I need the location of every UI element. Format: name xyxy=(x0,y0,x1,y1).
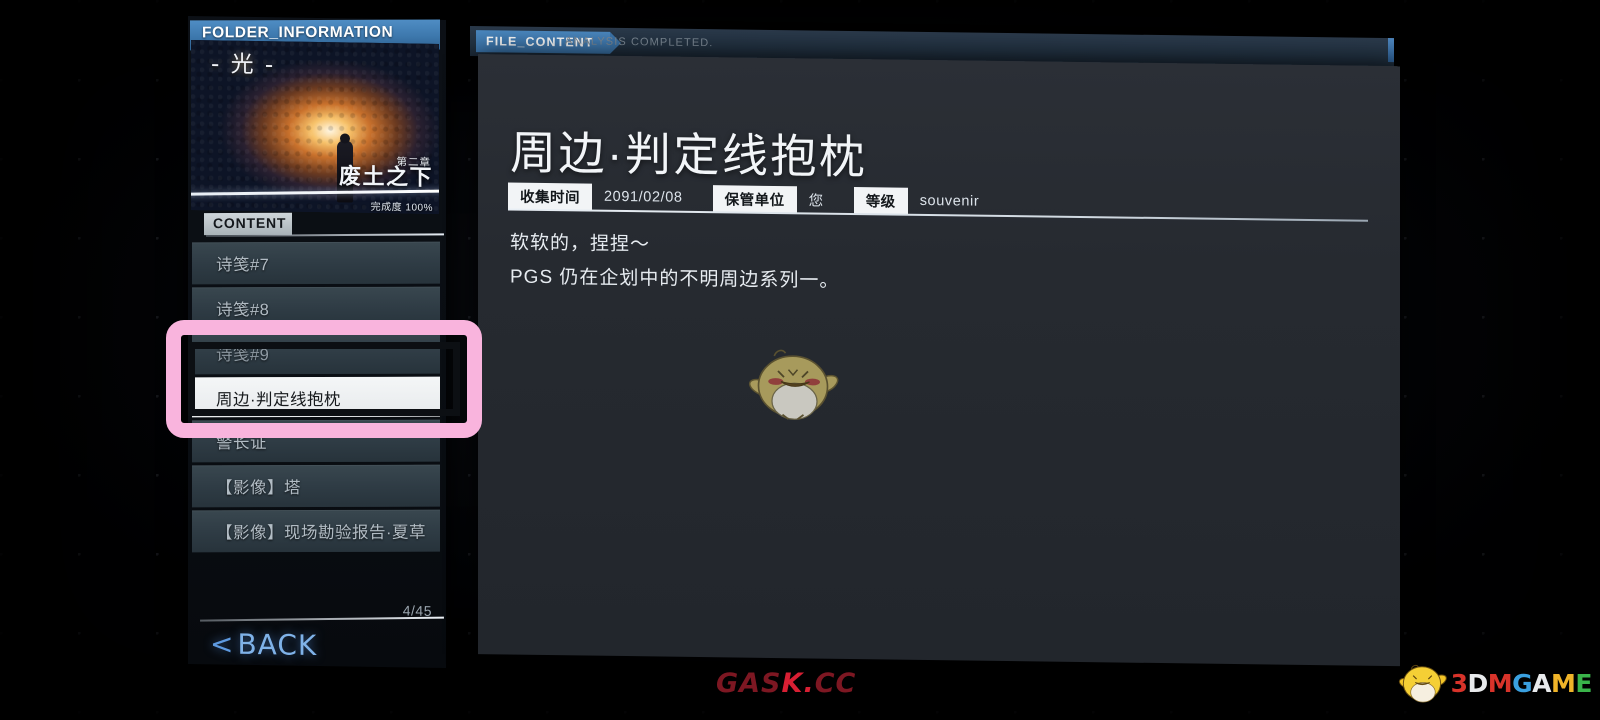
file-content-body: 周边·判定线抱枕 收集时间 2091/02/08 保管单位 您 等级 souve… xyxy=(478,54,1400,667)
logo-char-6: E xyxy=(1575,668,1592,698)
logo-char-0: 3 xyxy=(1450,668,1468,698)
chapter-hero-image: - 光 - 第二章 废土之下 完成度 100% xyxy=(191,40,439,214)
list-item-label: 周边·判定线抱枕 xyxy=(216,390,341,410)
metadata-value-collected: 2091/02/08 xyxy=(604,188,683,206)
folder-information-panel: FOLDER_INFORMATION - 光 - 第二章 废土之下 完成度 10… xyxy=(188,16,446,669)
logo-char-1: D xyxy=(1467,668,1488,698)
metadata-key-collected: 收集时间 xyxy=(508,181,592,211)
metadata-value-grade: souvenir xyxy=(919,192,980,210)
3dmgame-watermark: 3DMGAME xyxy=(1391,656,1592,710)
hero-chapter-name: 废土之下 xyxy=(338,163,433,190)
3dmgame-wordmark: 3DMGAME xyxy=(1450,668,1593,698)
page-title: 周边·判定线抱枕 xyxy=(510,126,868,184)
gask-watermark-part2: K. xyxy=(781,668,815,699)
list-item-label: 【影像】现场勘验报告·夏草 xyxy=(216,523,426,543)
logo-char-4: A xyxy=(1532,668,1552,698)
folder-information-label: FOLDER_INFORMATION xyxy=(202,23,394,42)
content-section-label: CONTENT xyxy=(213,214,287,232)
list-item[interactable]: 【影像】塔 xyxy=(192,464,440,508)
list-item-label: 诗笺#9 xyxy=(216,346,270,365)
logo-char-2: M xyxy=(1487,668,1513,698)
back-button[interactable]: < BACK xyxy=(210,627,317,662)
bird-body-group xyxy=(748,349,839,421)
gask-watermark-part1: GAS xyxy=(716,668,782,699)
list-item[interactable]: 诗笺#8 xyxy=(192,286,440,330)
list-item[interactable]: 诗笺#9 xyxy=(192,331,440,375)
topbar-end-cap xyxy=(1388,38,1394,63)
gask-watermark-part3: CC xyxy=(814,668,857,699)
list-item-label: 警长证 xyxy=(216,434,267,453)
content-section-divider xyxy=(206,233,444,237)
list-item-label: 【影像】塔 xyxy=(216,479,301,498)
analysis-status-text: ANALYSIS COMPLETED. xyxy=(565,35,714,50)
gask-watermark: GASK.CC xyxy=(716,668,856,699)
logo-char-3: G xyxy=(1512,668,1533,698)
content-list: 诗笺#7 诗笺#8 诗笺#9 周边·判定线抱枕 警长证 【影像】塔 【影像】现场… xyxy=(192,240,440,557)
3dmgame-bird-logo-icon xyxy=(1398,664,1447,703)
file-content-panel: FILE_CONTENT ANALYSIS COMPLETED. 周边·判定线抱… xyxy=(470,26,1400,668)
list-item[interactable]: 【影像】现场勘验报告·夏草 xyxy=(192,509,440,553)
hero-title: - 光 - xyxy=(211,51,276,79)
content-section-tab: CONTENT xyxy=(204,212,292,236)
list-item-label: 诗笺#8 xyxy=(216,301,270,320)
hero-progress-label: 完成度 100% xyxy=(370,201,433,214)
file-description: 软软的，捏捏～ PGS 仍在企划中的不明周边系列一。 xyxy=(510,227,1330,306)
back-button-label: BACK xyxy=(237,627,318,663)
metadata-key-custodian: 保管单位 xyxy=(712,184,797,213)
item-counter: 4/45 xyxy=(402,602,432,619)
list-item[interactable]: 警长证 xyxy=(192,419,440,463)
list-item[interactable]: 诗笺#7 xyxy=(192,241,440,285)
logo-char-5: M xyxy=(1551,668,1576,698)
metadata-key-grade: 等级 xyxy=(853,186,908,215)
metadata-value-custodian: 您 xyxy=(808,192,824,210)
list-item-selected[interactable]: 周边·判定线抱枕 xyxy=(192,376,440,418)
list-item-label: 诗笺#7 xyxy=(216,256,270,275)
plush-bird-illustration xyxy=(748,349,839,421)
chevron-left-icon: < xyxy=(210,627,235,661)
